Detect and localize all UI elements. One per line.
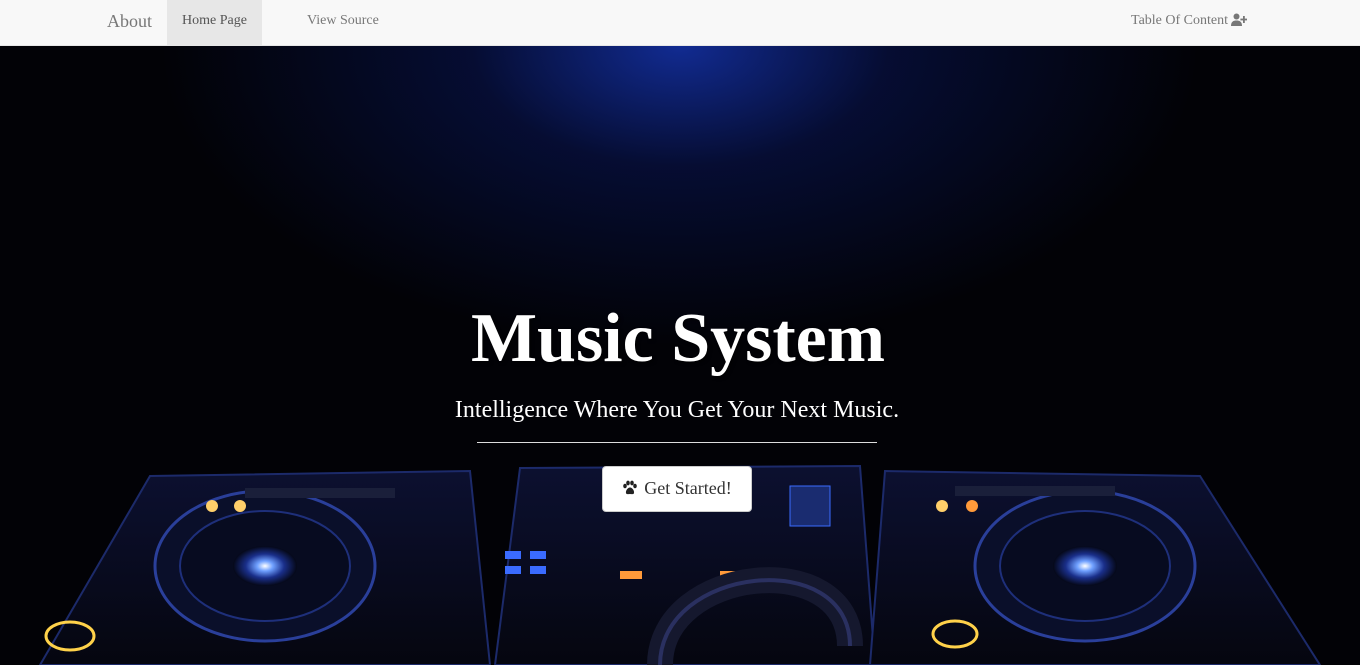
table-of-content-label: Table Of Content	[1131, 13, 1228, 28]
nav-link-home-page[interactable]: Home Page	[167, 0, 262, 46]
page-title: Music System	[470, 300, 886, 377]
nav-link-table-of-content[interactable]: Table Of Content	[1131, 0, 1248, 46]
hero-divider	[477, 442, 877, 443]
user-plus-icon	[1231, 2, 1248, 43]
get-started-label: Get Started!	[644, 477, 732, 498]
hero-section: Music System Intelligence Where You Get …	[0, 46, 1360, 665]
brand-link-about[interactable]: About	[107, 0, 152, 46]
navbar: About Home Page View Source Table Of Con…	[0, 0, 1360, 46]
nav-link-view-source[interactable]: View Source	[307, 0, 379, 46]
paw-icon	[622, 480, 638, 501]
hero-subtitle: Intelligence Where You Get Your Next Mus…	[454, 397, 900, 423]
get-started-button[interactable]: Get Started!	[602, 466, 752, 512]
